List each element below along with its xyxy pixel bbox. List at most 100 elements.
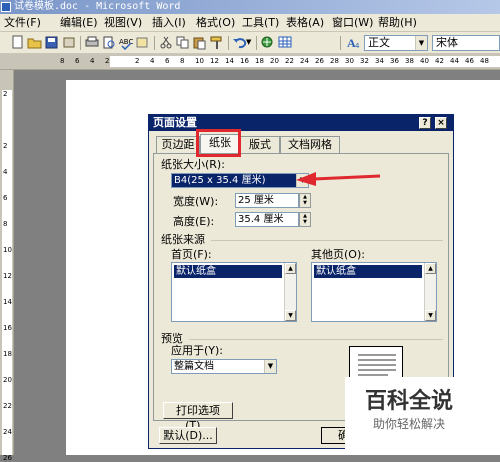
undo-dropdown-icon[interactable]: ▼ (246, 35, 254, 50)
cut-icon[interactable] (158, 35, 174, 50)
svg-text:ABC: ABC (119, 38, 133, 46)
style-combo[interactable]: 正文 ▼ (364, 35, 428, 51)
width-field[interactable]: 25 厘米 (235, 193, 299, 208)
menu-window[interactable]: 窗口(W) (332, 16, 373, 30)
height-spinner[interactable]: ▲ ▼ (299, 212, 311, 227)
toolbar-separator (340, 36, 341, 50)
vertical-ruler-tick: 18 (3, 350, 12, 358)
scroll-up-icon[interactable]: ▲ (425, 263, 436, 274)
table-icon[interactable] (277, 35, 293, 50)
menu-format[interactable]: 格式(O) (196, 16, 235, 30)
ruler-tick: 2 (105, 57, 110, 65)
apply-to-dropdown-icon[interactable]: ▼ (264, 360, 276, 373)
other-pages-label: 其他页(O): (311, 248, 365, 261)
research-icon[interactable] (135, 35, 151, 50)
paper-size-select[interactable]: B4(25 x 35.4 厘米) (171, 173, 309, 188)
width-spinner[interactable]: ▲ ▼ (299, 193, 311, 208)
scrollbar[interactable]: ▲ ▼ (424, 263, 436, 321)
ruler-tick: 8 (60, 57, 65, 65)
copy-icon[interactable] (175, 35, 191, 50)
tab-document-grid[interactable]: 文档网格 (280, 136, 340, 153)
ruler-tick: 44 (450, 57, 459, 65)
tab-margins[interactable]: 页边距 (156, 136, 200, 153)
group-divider (211, 240, 443, 241)
styles-icon[interactable]: A4 (346, 35, 362, 50)
scroll-down-icon[interactable]: ▼ (285, 310, 296, 321)
font-value: 宋体 (436, 36, 458, 49)
scroll-up-icon[interactable]: ▲ (285, 263, 296, 274)
hyperlink-icon[interactable] (260, 35, 276, 50)
vertical-ruler-tick: 12 (3, 272, 12, 280)
print-options-button[interactable]: 打印选项(T)... (163, 402, 233, 432)
permission-icon[interactable] (61, 35, 77, 50)
menu-tools[interactable]: 工具(T) (242, 16, 279, 30)
ruler-tick: 20 (270, 57, 279, 65)
vertical-ruler-tick: 24 (3, 428, 12, 436)
scrollbar[interactable]: ▲ ▼ (284, 263, 296, 321)
help-button[interactable]: ? (419, 117, 431, 129)
vertical-ruler[interactable]: 2 2 4 6 8 10 12 14 16 18 20 22 24 26 (0, 70, 14, 462)
chevron-down-icon[interactable]: ▼ (415, 36, 427, 50)
toolbar-separator (80, 36, 81, 50)
watermark-subtitle: 助你轻松解决 (373, 417, 446, 431)
paste-icon[interactable] (192, 35, 208, 50)
horizontal-ruler[interactable]: 8 6 4 2 2 4 6 8 10 12 14 16 18 20 22 24 26 28 30 32 34 36 38 40… (0, 54, 500, 70)
menu-help[interactable]: 帮助(H) (378, 16, 417, 30)
vertical-ruler-tick: 14 (3, 298, 12, 306)
default-button[interactable]: 默认(D)... (159, 427, 217, 444)
ruler-tick: 32 (360, 57, 369, 65)
menu-file[interactable]: 文件(F) (4, 16, 41, 30)
toolbar-separator (154, 36, 155, 50)
height-field[interactable]: 35.4 厘米 (235, 212, 299, 227)
print-icon[interactable] (84, 35, 100, 50)
save-icon[interactable] (44, 35, 60, 50)
dialog-title: 页面设置 (153, 116, 197, 129)
ruler-tick: 6 (165, 57, 170, 65)
format-painter-icon[interactable] (209, 35, 225, 50)
ruler-tick: 22 (285, 57, 294, 65)
menu-view[interactable]: 视图(V) (104, 16, 142, 30)
ruler-tick: 18 (255, 57, 264, 65)
spin-down-icon[interactable]: ▼ (300, 219, 310, 225)
ruler-tick: 28 (330, 57, 339, 65)
height-label: 高度(E): (173, 215, 215, 228)
menu-insert[interactable]: 插入(I) (152, 16, 186, 30)
menu-edit[interactable]: 编辑(E) (60, 16, 98, 30)
menu-bar: 文件(F) 编辑(E) 视图(V) 插入(I) 格式(O) 工具(T) 表格(A… (0, 14, 500, 32)
vertical-ruler-tick: 22 (3, 402, 12, 410)
first-page-listbox[interactable]: 默认纸盒 ▲ ▼ (171, 262, 297, 322)
print-preview-icon[interactable] (101, 35, 117, 50)
new-icon[interactable] (10, 35, 26, 50)
open-icon[interactable] (27, 35, 43, 50)
menu-table[interactable]: 表格(A) (286, 16, 324, 30)
spin-down-icon[interactable]: ▼ (300, 200, 310, 206)
tab-layout[interactable]: 版式 (240, 136, 280, 153)
scroll-down-icon[interactable]: ▼ (425, 310, 436, 321)
first-page-item[interactable]: 默认纸盒 (174, 265, 282, 278)
apply-to-label: 应用于(Y): (171, 344, 224, 357)
other-pages-item[interactable]: 默认纸盒 (314, 265, 422, 278)
ruler-tick: 10 (195, 57, 204, 65)
highlight-box (196, 129, 241, 157)
other-pages-listbox[interactable]: 默认纸盒 ▲ ▼ (311, 262, 437, 322)
apply-to-select[interactable]: 整篇文档 (171, 359, 277, 374)
font-combo[interactable]: 宋体 (432, 35, 500, 51)
toolbar-separator (256, 36, 257, 50)
dialog-titlebar: 页面设置 (149, 115, 453, 131)
width-label: 宽度(W): (173, 195, 219, 208)
ruler-tick: 4 (90, 57, 95, 65)
first-page-label: 首页(F): (171, 248, 212, 261)
ruler-tick: 12 (210, 57, 219, 65)
close-button[interactable]: × (435, 117, 447, 129)
ruler-tick: 34 (375, 57, 384, 65)
ruler-tick: 46 (465, 57, 474, 65)
ruler-tick: 24 (300, 57, 309, 65)
paper-size-value: B4(25 x 35.4 厘米) (174, 175, 266, 186)
spelling-icon[interactable]: ABC (118, 35, 134, 51)
ruler-tick: 38 (405, 57, 414, 65)
vertical-ruler-tick: 8 (3, 220, 8, 228)
word-app-icon[interactable] (1, 2, 11, 12)
vertical-ruler-tick: 16 (3, 324, 12, 332)
ruler-tick: 16 (240, 57, 249, 65)
paper-source-label: 纸张来源 (161, 233, 205, 246)
